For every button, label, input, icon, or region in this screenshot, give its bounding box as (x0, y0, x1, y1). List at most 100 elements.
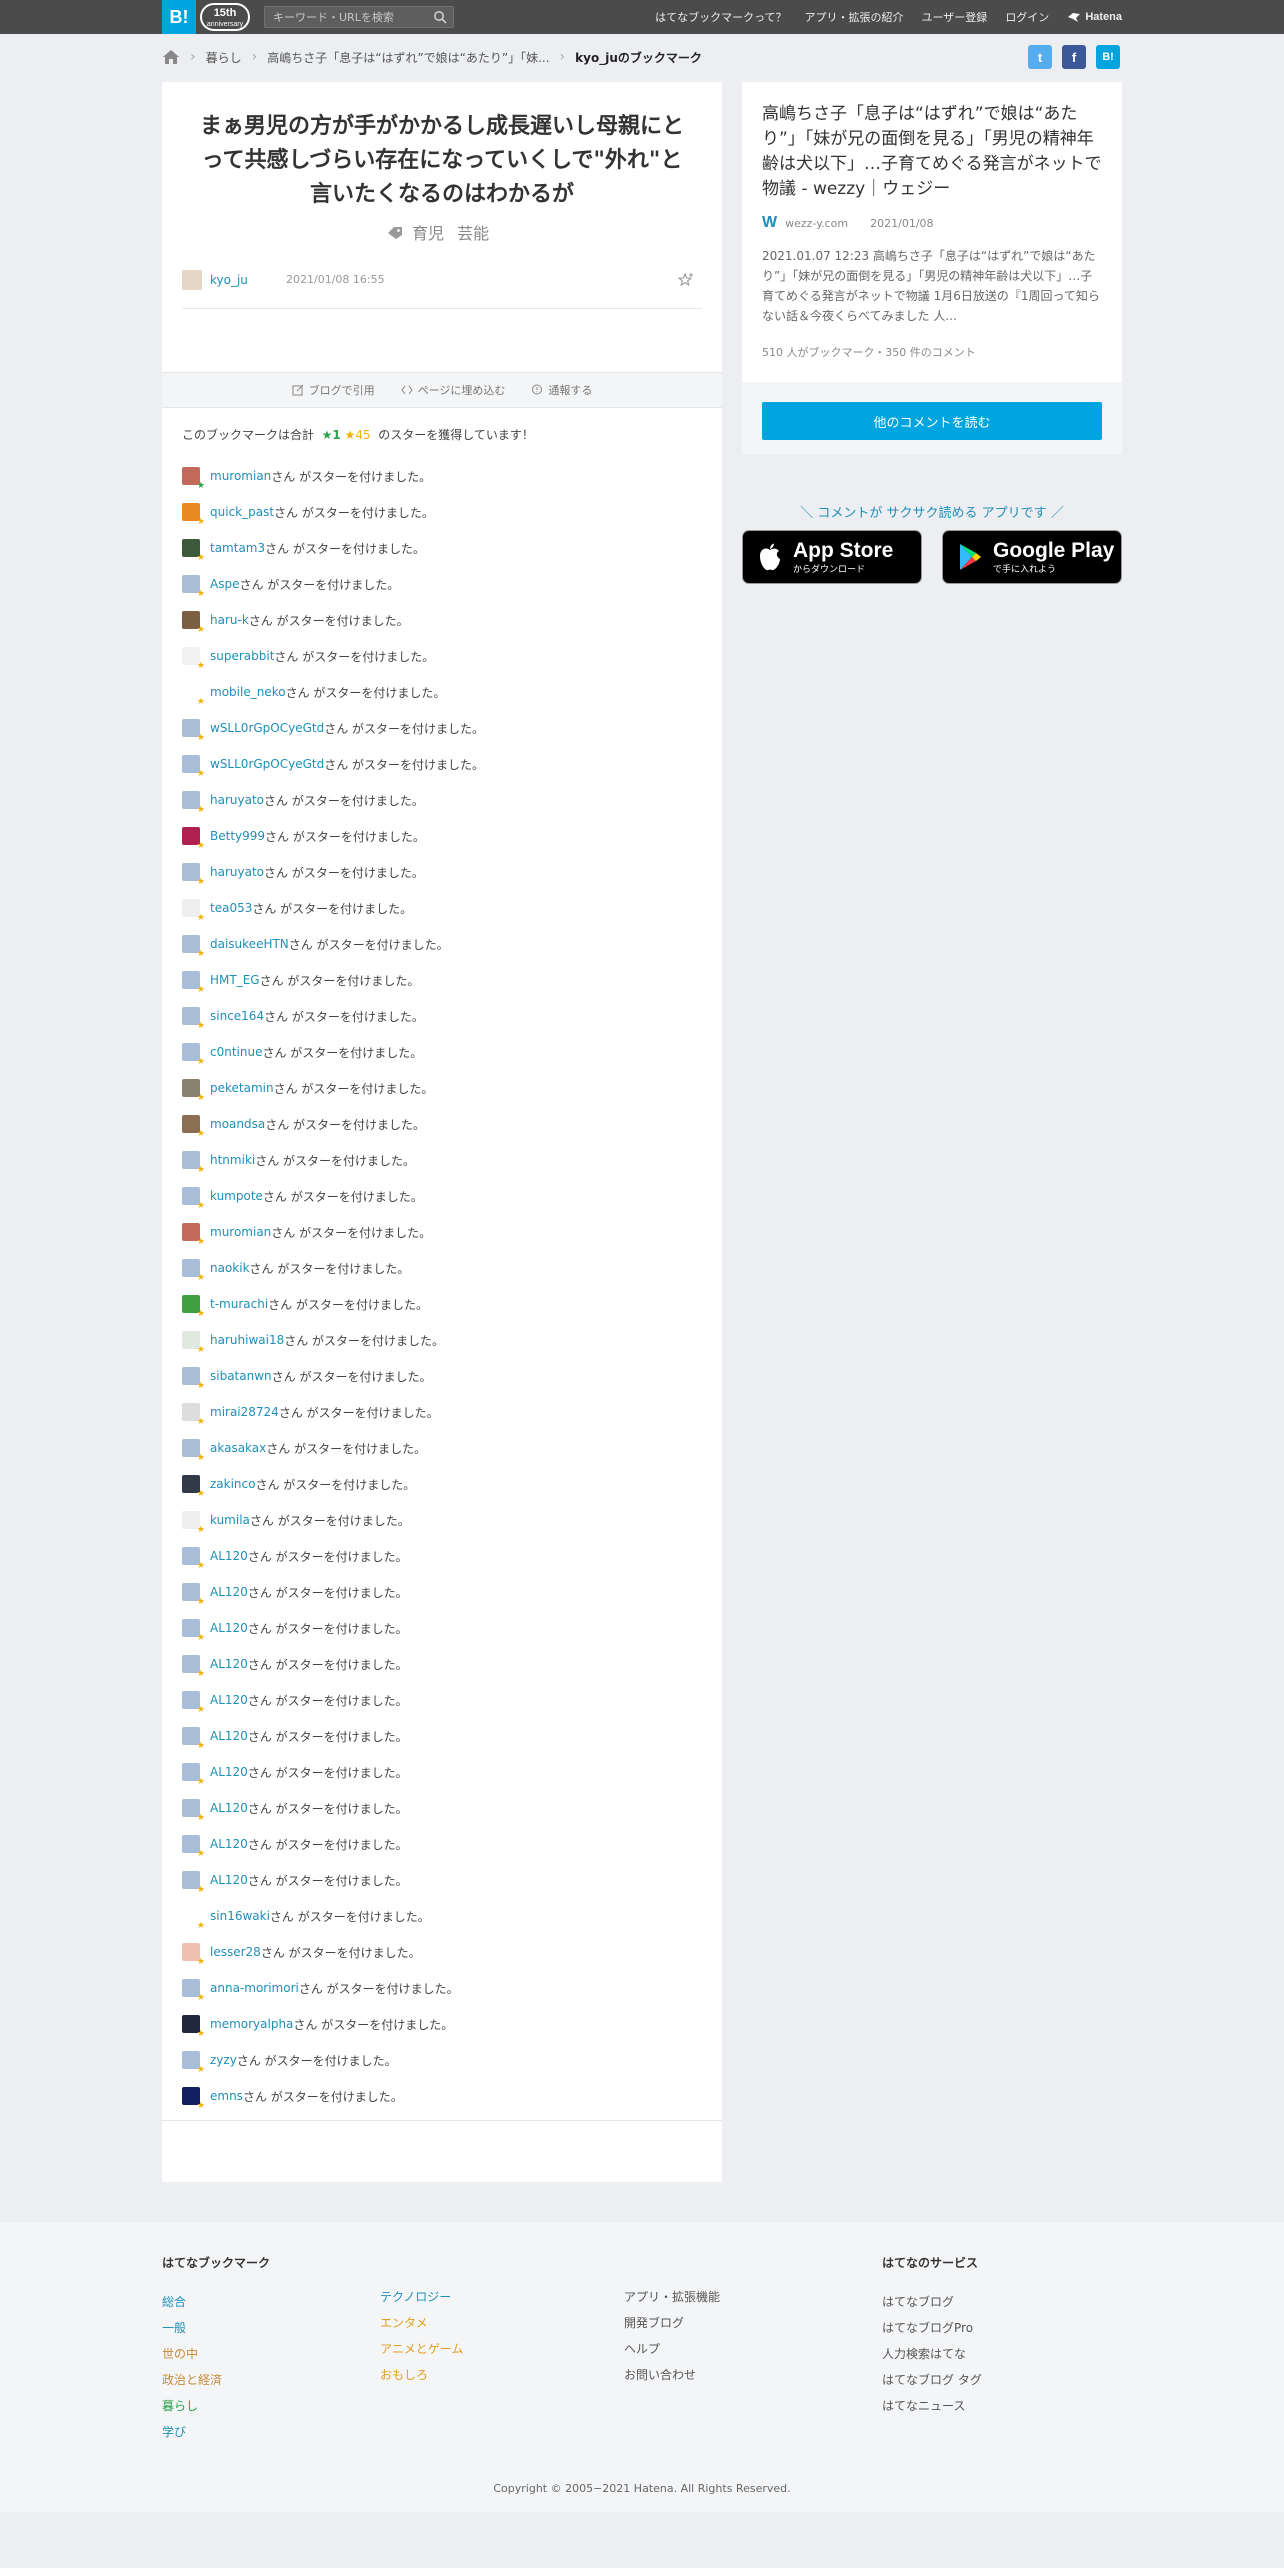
avatar[interactable] (182, 1439, 205, 1463)
quote-in-blog-button[interactable]: ブログで引用 (292, 382, 375, 398)
star-user-link[interactable]: anna-morimori (210, 1981, 299, 1995)
avatar[interactable] (182, 611, 205, 635)
avatar[interactable] (182, 1583, 205, 1607)
footer-link-contact[interactable]: お問い合わせ (624, 2362, 824, 2388)
footer-service-news[interactable]: はてなニュース (882, 2393, 1122, 2419)
hatena-share-button[interactable]: B! (1096, 45, 1120, 69)
avatar[interactable] (182, 647, 205, 671)
embed-button[interactable]: ページに埋め込む (400, 382, 505, 398)
anniversary-badge[interactable]: 15th anniversary (200, 3, 250, 31)
star-user-link[interactable]: sibatanwn (210, 1369, 272, 1383)
star-user-link[interactable]: daisukeeHTN (210, 937, 289, 951)
star-user-link[interactable]: AL120 (210, 1837, 248, 1851)
avatar[interactable] (182, 1547, 205, 1571)
footer-category-link[interactable]: 総合 (162, 2289, 362, 2315)
avatar[interactable] (182, 935, 205, 959)
breadcrumb-entry[interactable]: 高嶋ちさ子「息子は“はずれ”で娘は“あたり”」「妹... (267, 49, 549, 66)
footer-service-blog-pro[interactable]: はてなブログPro (882, 2315, 1122, 2341)
avatar[interactable] (182, 1691, 205, 1715)
star-user-link[interactable]: c0ntinue (210, 1045, 262, 1059)
avatar[interactable] (182, 863, 205, 887)
footer-category-link[interactable]: 一般 (162, 2315, 362, 2341)
avatar[interactable] (182, 1655, 205, 1679)
star-user-link[interactable]: Aspe (210, 577, 239, 591)
avatar[interactable] (182, 270, 202, 290)
avatar[interactable] (182, 1403, 205, 1427)
star-user-link[interactable]: kumpote (210, 1189, 263, 1203)
home-icon[interactable] (162, 49, 180, 65)
avatar[interactable] (182, 971, 205, 995)
report-button[interactable]: 通報する (531, 382, 592, 398)
star-user-link[interactable]: memoryalpha (210, 2017, 293, 2031)
star-user-link[interactable]: AL120 (210, 1693, 248, 1707)
footer-category-link[interactable]: 政治と経済 (162, 2367, 362, 2393)
star-user-link[interactable]: kumila (210, 1513, 250, 1527)
avatar[interactable] (182, 719, 205, 743)
avatar[interactable] (182, 467, 205, 491)
footer-link-help[interactable]: ヘルプ (624, 2336, 824, 2362)
footer-service-q[interactable]: 人力検索はてな (882, 2341, 1122, 2367)
star-user-link[interactable]: akasakax (210, 1441, 266, 1455)
star-user-link[interactable]: haruhiwai18 (210, 1333, 284, 1347)
avatar[interactable] (182, 1979, 205, 2003)
star-user-link[interactable]: since164 (210, 1009, 264, 1023)
hatena-logo[interactable]: Hatena (1067, 11, 1122, 23)
star-user-link[interactable]: AL120 (210, 1765, 248, 1779)
avatar[interactable] (182, 1835, 205, 1859)
star-user-link[interactable]: peketamin (210, 1081, 274, 1095)
nav-apps[interactable]: アプリ・拡張の紹介 (805, 9, 904, 25)
star-user-link[interactable]: sin16waki (210, 1909, 270, 1923)
avatar[interactable] (182, 2087, 205, 2111)
star-user-link[interactable]: Betty999 (210, 829, 265, 843)
star-user-link[interactable]: lesser28 (210, 1945, 261, 1959)
avatar[interactable] (182, 1907, 205, 1931)
star-user-link[interactable]: AL120 (210, 1729, 248, 1743)
avatar[interactable] (182, 1943, 205, 1967)
tag-childcare[interactable]: 育児 (412, 224, 444, 243)
star-user-link[interactable]: naokik (210, 1261, 250, 1275)
footer-category-link[interactable]: おもしろ (380, 2362, 580, 2388)
avatar[interactable] (182, 1367, 205, 1391)
star-user-link[interactable]: tamtam3 (210, 541, 265, 555)
avatar[interactable] (182, 1043, 205, 1067)
breadcrumb-category[interactable]: 暮らし (206, 49, 242, 66)
avatar[interactable] (182, 1007, 205, 1031)
footer-category-link[interactable]: 世の中 (162, 2341, 362, 2367)
star-user-link[interactable]: zyzy (210, 2053, 237, 2067)
star-user-link[interactable]: AL120 (210, 1585, 248, 1599)
search-input[interactable] (265, 7, 425, 27)
footer-service-blog[interactable]: はてなブログ (882, 2289, 1122, 2315)
star-user-link[interactable]: superabbit (210, 649, 274, 663)
avatar[interactable] (182, 1223, 205, 1247)
star-user-link[interactable]: mirai28724 (210, 1405, 279, 1419)
avatar[interactable] (182, 1295, 205, 1319)
footer-link-apps[interactable]: アプリ・拡張機能 (624, 2284, 824, 2310)
avatar[interactable] (182, 1187, 205, 1211)
star-user-link[interactable]: zakinco (210, 1477, 255, 1491)
add-star-icon[interactable] (678, 272, 694, 288)
avatar[interactable] (182, 827, 205, 851)
star-user-link[interactable]: quick_past (210, 505, 274, 519)
star-user-link[interactable]: tea053 (210, 901, 252, 915)
nav-login[interactable]: ログイン (1005, 9, 1049, 25)
avatar[interactable] (182, 1799, 205, 1823)
bookmark-user-link[interactable]: kyo_ju (210, 273, 248, 287)
avatar[interactable] (182, 1079, 205, 1103)
star-user-link[interactable]: AL120 (210, 1801, 248, 1815)
star-user-link[interactable]: haru-k (210, 613, 249, 627)
star-user-link[interactable]: htnmiki (210, 1153, 255, 1167)
entry-title[interactable]: 高嶋ちさ子「息子は“はずれ”で娘は“あたり”」「妹が兄の面倒を見る」「男児の精神… (762, 102, 1102, 202)
footer-category-link[interactable]: 暮らし (162, 2393, 362, 2419)
avatar[interactable] (182, 575, 205, 599)
star-user-link[interactable]: AL120 (210, 1621, 248, 1635)
nav-signup[interactable]: ユーザー登録 (922, 9, 988, 25)
star-user-link[interactable]: HMT_EG (210, 973, 260, 987)
avatar[interactable] (182, 503, 205, 527)
hatena-bookmark-logo[interactable]: B! (162, 0, 196, 34)
search-icon[interactable] (433, 10, 447, 24)
avatar[interactable] (182, 1115, 205, 1139)
avatar[interactable] (182, 1511, 205, 1535)
avatar[interactable] (182, 1259, 205, 1283)
tag-entertainment[interactable]: 芸能 (457, 224, 489, 243)
star-user-link[interactable]: wSLL0rGpOCyeGtd (210, 721, 324, 735)
